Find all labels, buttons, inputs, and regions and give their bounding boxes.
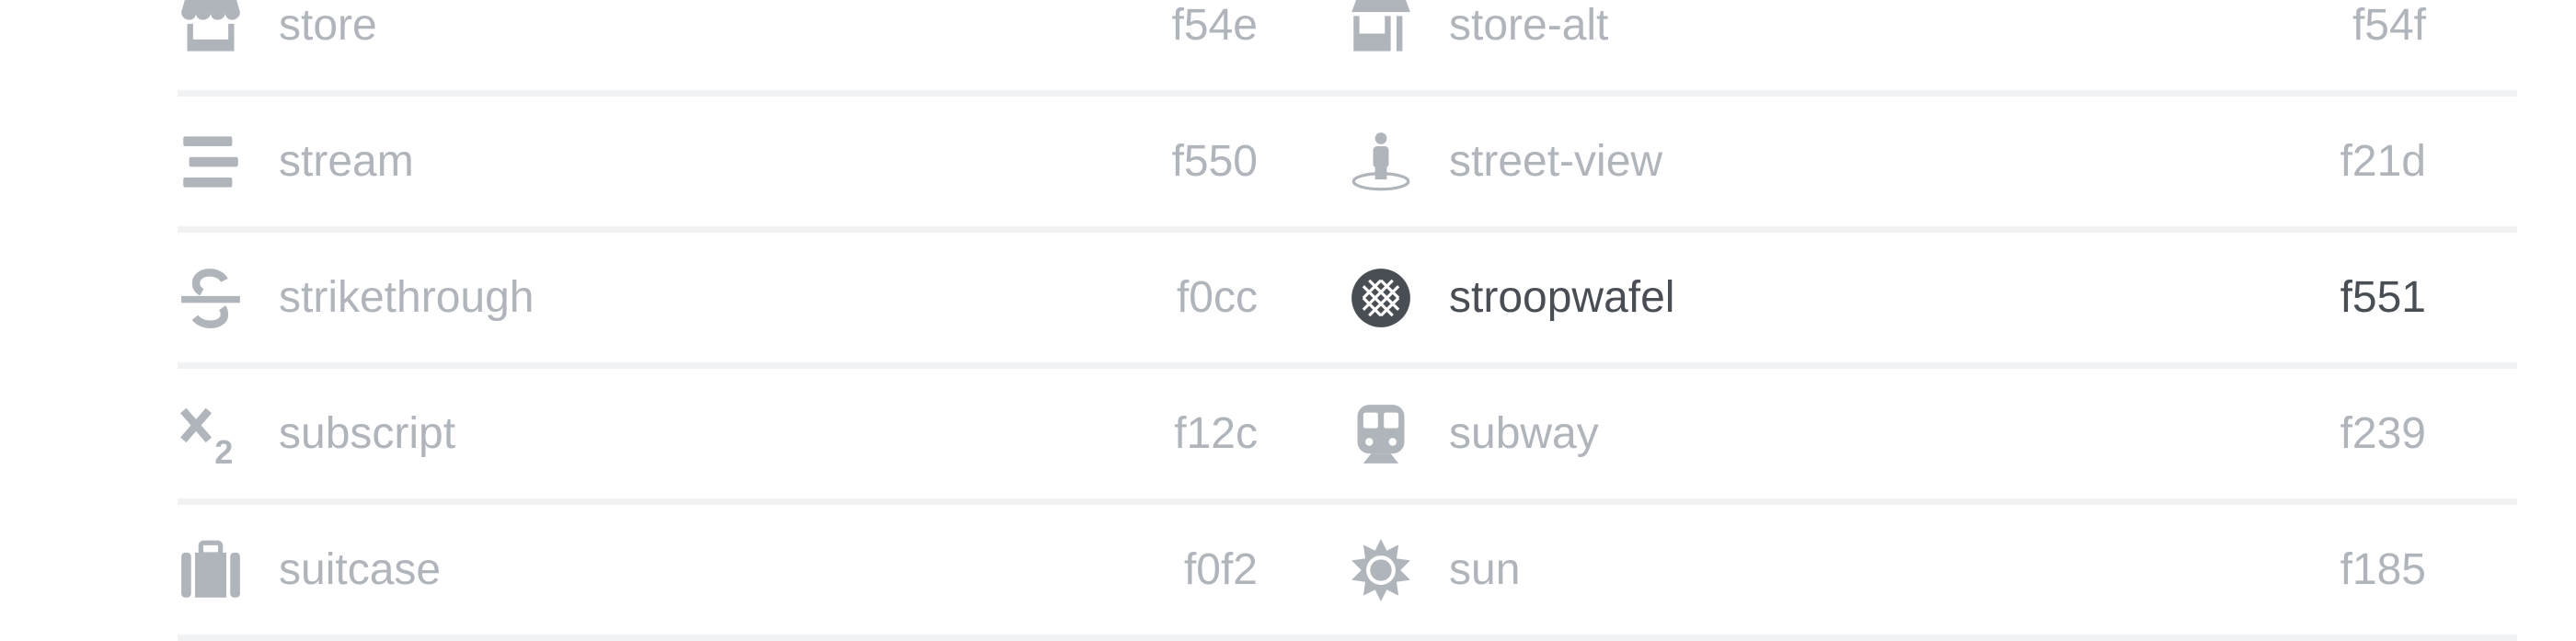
icon-name: stream [279, 137, 414, 186]
icon-name: street-view [1449, 137, 1663, 186]
icon-row: store f54e store-alt f54f [178, 0, 2517, 97]
icon-code: f239 [2340, 409, 2426, 458]
stroopwafel-icon [1348, 265, 1414, 331]
icon-item-strikethrough[interactable]: strikethrough f0cc [178, 233, 1258, 362]
street-view-icon [1348, 129, 1414, 195]
icon-code: f54f [2352, 1, 2426, 50]
icon-item-store-alt[interactable]: store-alt f54f [1348, 0, 2426, 90]
subscript-icon: 2 [178, 401, 244, 467]
icon-name: store-alt [1449, 1, 1609, 50]
icon-code: f185 [2340, 545, 2426, 594]
icon-name: subway [1449, 409, 1599, 458]
stream-icon [178, 129, 244, 195]
icon-row: stream f550 street-view f21d [178, 97, 2517, 233]
icon-code: f54e [1171, 1, 1258, 50]
subway-icon [1348, 401, 1414, 467]
icon-code: f550 [1171, 137, 1258, 186]
icon-code: f551 [2340, 273, 2426, 322]
store-alt-icon [1348, 0, 1414, 59]
suitcase-icon [178, 537, 244, 603]
icon-item-stroopwafel[interactable]: stroopwafel f551 [1348, 233, 2426, 362]
icon-name: suitcase [279, 545, 442, 594]
store-icon [178, 0, 244, 59]
icon-row: suitcase f0f2 sun f185 [178, 505, 2517, 641]
icon-item-sun[interactable]: sun f185 [1348, 505, 2426, 635]
icon-code: f21d [2340, 137, 2426, 186]
icon-item-subway[interactable]: subway f239 [1348, 369, 2426, 498]
icon-name: subscript [279, 409, 456, 458]
icon-row: 2 subscript f12c subway f239 [178, 369, 2517, 505]
icon-code: f12c [1174, 409, 1258, 458]
icon-name: stroopwafel [1449, 273, 1675, 322]
strikethrough-icon [178, 265, 244, 331]
icon-item-street-view[interactable]: street-view f21d [1348, 97, 2426, 226]
icon-item-subscript[interactable]: 2 subscript f12c [178, 369, 1258, 498]
icon-row: strikethrough f0cc stroopwafel f551 [178, 233, 2517, 369]
icon-name: sun [1449, 545, 1521, 594]
icon-code: f0f2 [1183, 545, 1258, 594]
icon-item-stream[interactable]: stream f550 [178, 97, 1258, 226]
icon-list: store f54e store-alt f54f stream f550 st… [178, 0, 2517, 641]
svg-text:2: 2 [214, 432, 233, 464]
icon-name: store [279, 1, 377, 50]
icon-item-suitcase[interactable]: suitcase f0f2 [178, 505, 1258, 635]
icon-item-store[interactable]: store f54e [178, 0, 1258, 90]
icon-name: strikethrough [279, 273, 535, 322]
icon-code: f0cc [1176, 273, 1258, 322]
sun-icon [1348, 537, 1414, 603]
